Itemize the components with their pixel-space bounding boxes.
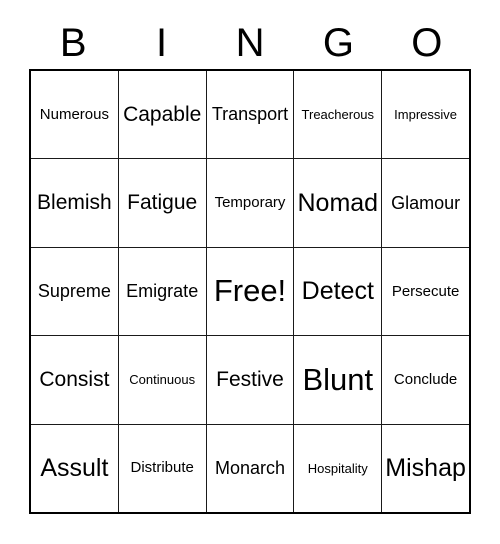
bingo-cell[interactable]: Impressive: [381, 71, 469, 159]
bingo-row: Supreme Emigrate Free! Detect Persecute: [31, 246, 469, 336]
bingo-cell[interactable]: Persecute: [381, 247, 469, 336]
header-letter-i: I: [156, 20, 168, 65]
bingo-cell[interactable]: Numerous: [31, 71, 118, 158]
bingo-cell[interactable]: Hospitality: [293, 424, 381, 513]
bingo-cell[interactable]: Supreme: [31, 248, 118, 335]
bingo-cell[interactable]: Transport: [205, 71, 294, 159]
bingo-cell[interactable]: Emigrate: [117, 247, 206, 336]
bingo-cell[interactable]: Assult: [31, 425, 118, 512]
bingo-row: Assult Distribute Monarch Hospitality Mi…: [31, 423, 469, 513]
bingo-header: B I N G O: [29, 16, 471, 69]
bingo-cell[interactable]: Glamour: [381, 159, 469, 247]
bingo-cell[interactable]: Continuous: [117, 336, 206, 424]
header-letter-g: G: [322, 20, 354, 65]
bingo-cell-free[interactable]: Free!: [205, 247, 294, 336]
bingo-cell[interactable]: Blunt: [293, 336, 381, 424]
bingo-row: Consist Continuous Festive Blunt Conclud…: [31, 335, 469, 424]
bingo-grid: Numerous Capable Transport Treacherous I…: [29, 69, 471, 514]
bingo-cell[interactable]: Nomad: [293, 159, 381, 247]
bingo-cell[interactable]: Blemish: [31, 159, 118, 246]
bingo-cell[interactable]: Distribute: [117, 424, 206, 513]
bingo-cell[interactable]: Monarch: [205, 424, 294, 513]
bingo-cell[interactable]: Mishap: [381, 424, 469, 513]
bingo-cell[interactable]: Consist: [31, 336, 118, 423]
header-letter-o: O: [411, 20, 443, 65]
bingo-cell[interactable]: Temporary: [205, 159, 294, 247]
bingo-cell[interactable]: Treacherous: [293, 71, 381, 159]
bingo-row: Blemish Fatigue Temporary Nomad Glamour: [31, 158, 469, 247]
header-letter-b: B: [59, 20, 87, 65]
bingo-card: B I N G O Numerous Capable Transport Tre…: [0, 0, 500, 544]
bingo-row: Numerous Capable Transport Treacherous I…: [31, 71, 469, 159]
bingo-cell[interactable]: Fatigue: [117, 159, 206, 247]
header-letter-n: N: [235, 20, 265, 65]
bingo-cell[interactable]: Capable: [117, 71, 206, 159]
bingo-cell[interactable]: Detect: [293, 247, 381, 336]
bingo-cell[interactable]: Festive: [205, 336, 294, 424]
bingo-cell[interactable]: Conclude: [381, 336, 469, 424]
